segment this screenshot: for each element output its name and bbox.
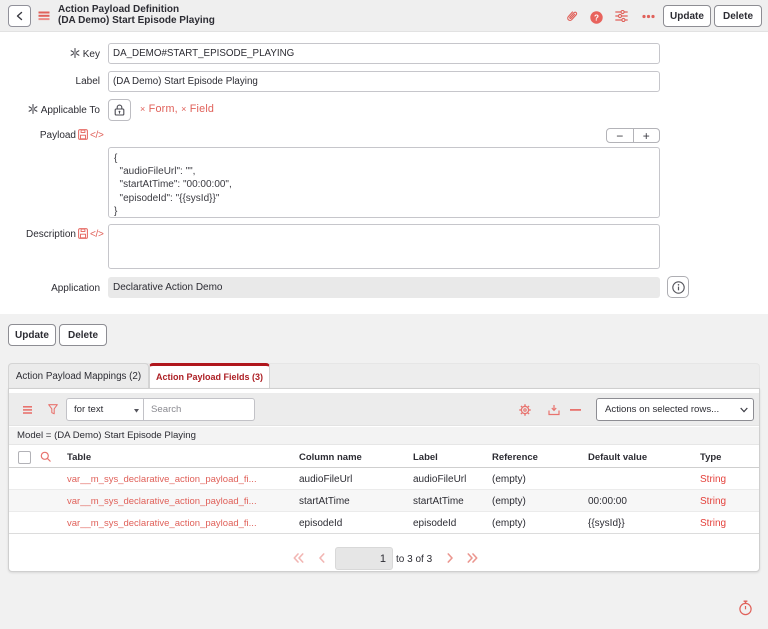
svg-text:?: ? [594,13,599,22]
